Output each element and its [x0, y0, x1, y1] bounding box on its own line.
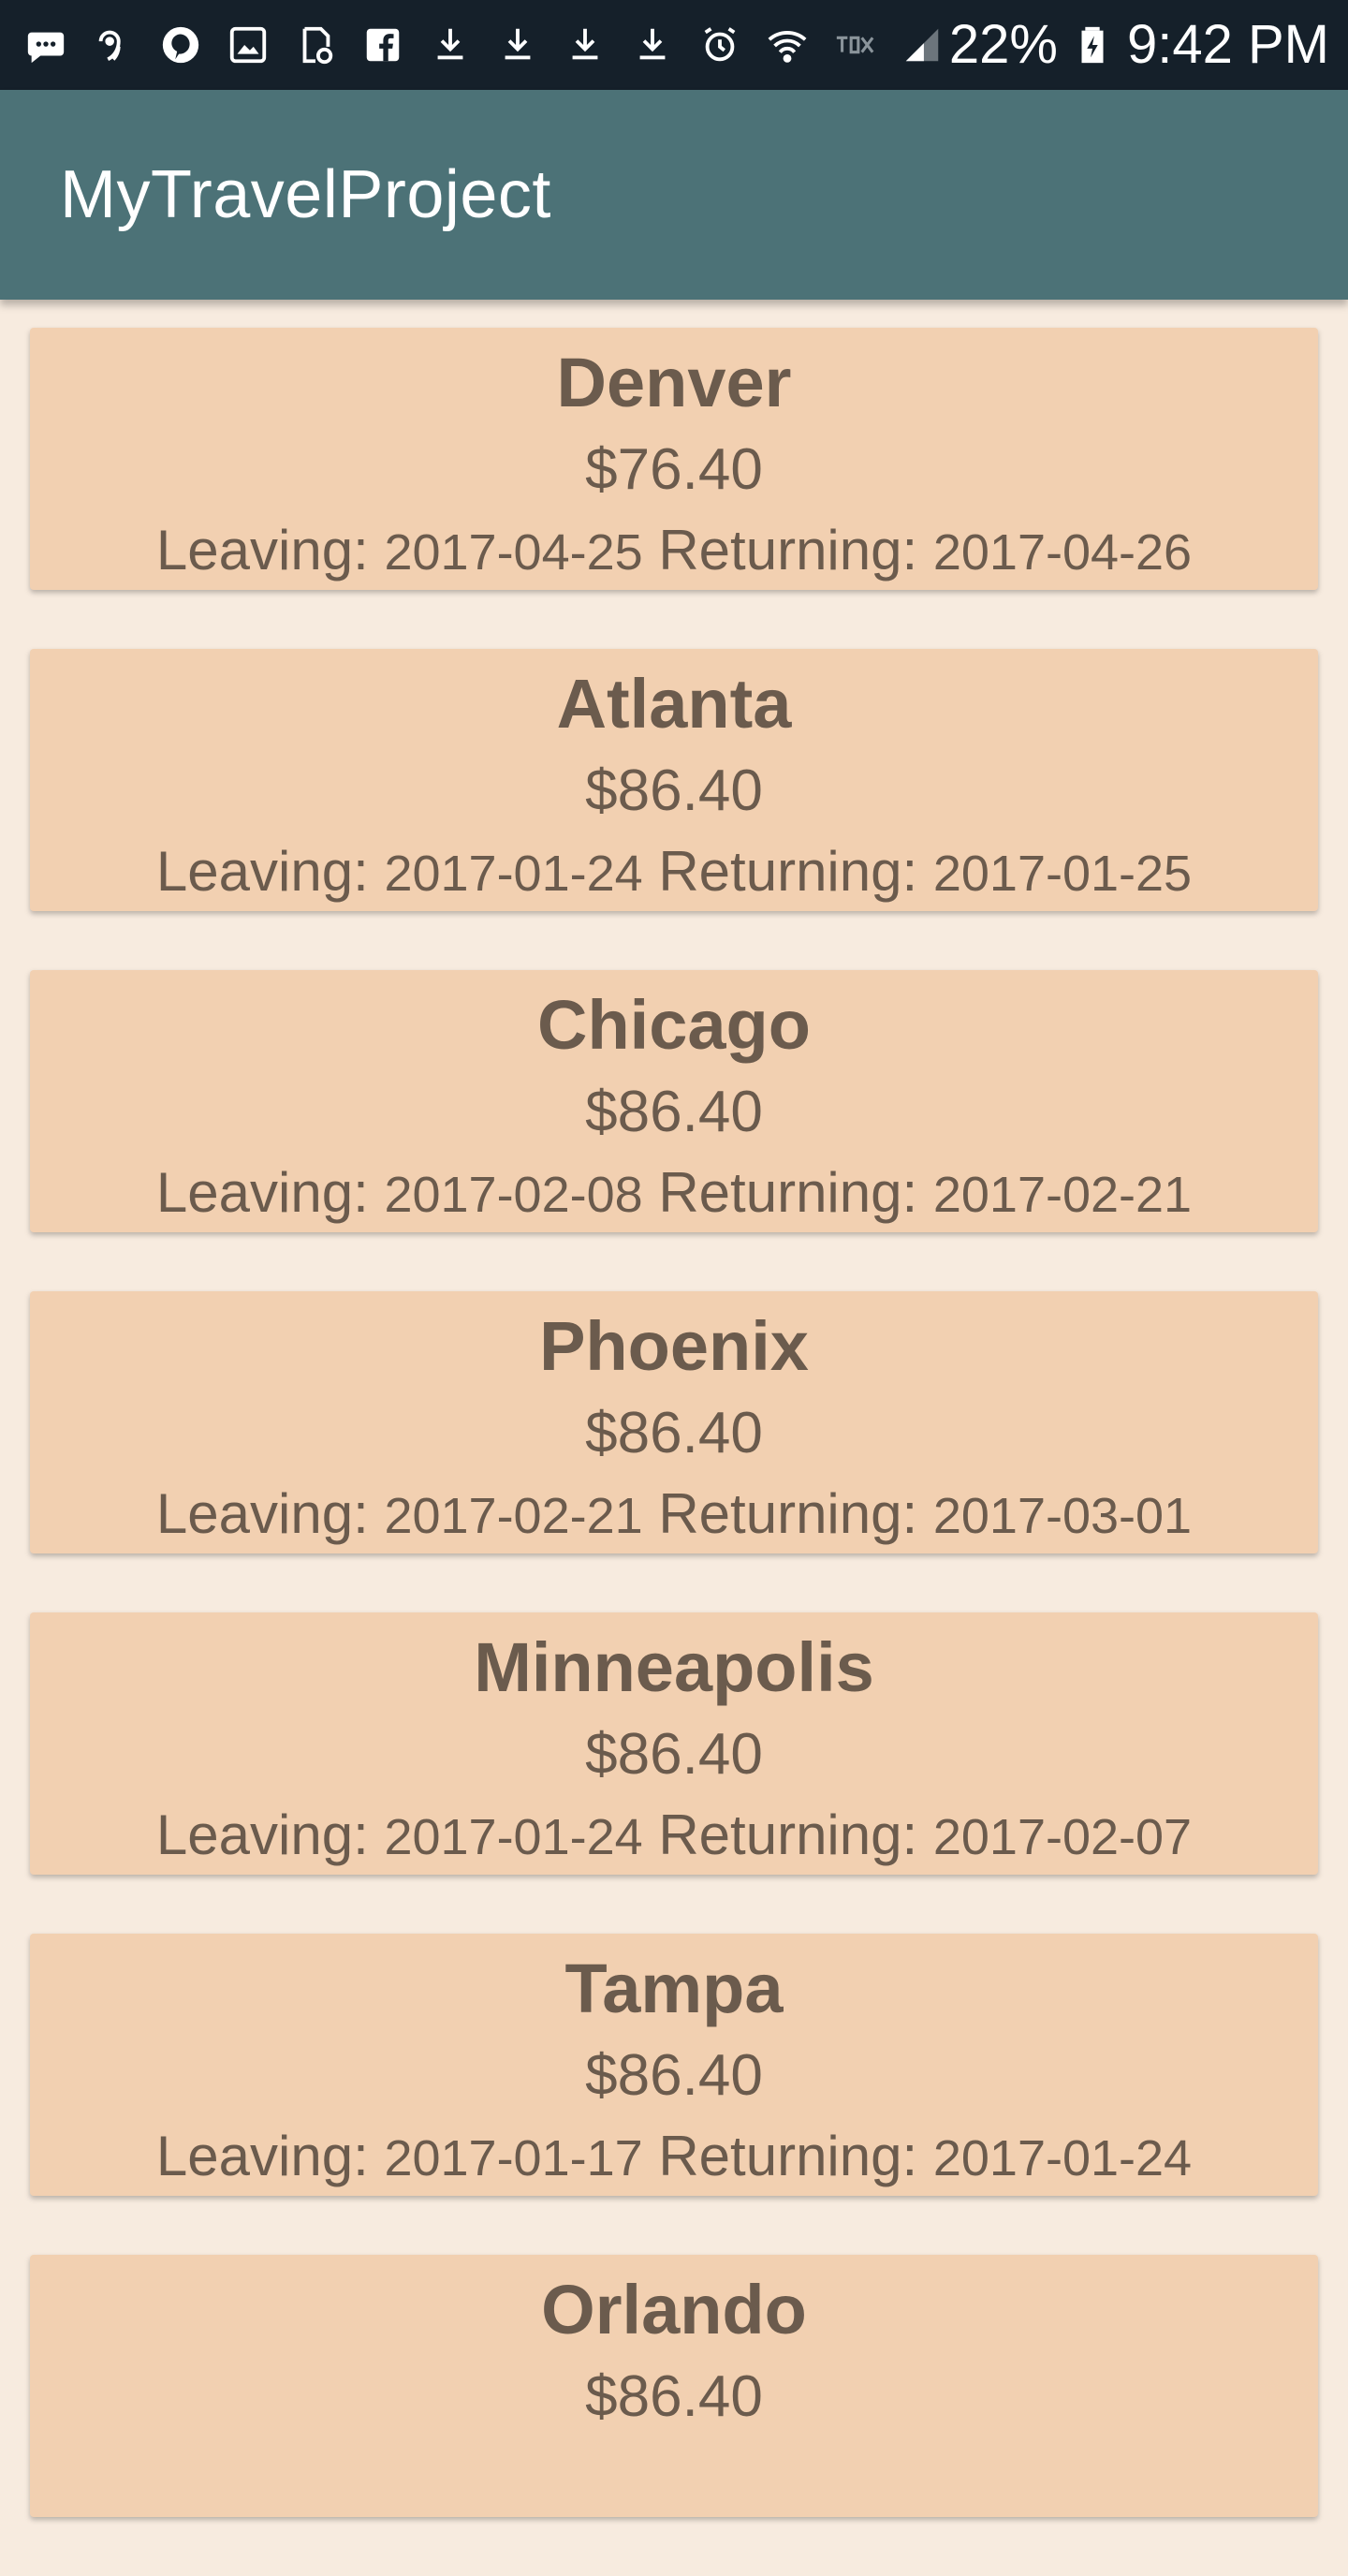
- leaving-label: Leaving:: [155, 1803, 369, 1866]
- trip-dates: Leaving: 2017-02-21 Returning: 2017-03-0…: [30, 1479, 1318, 1552]
- trip-card-minneapolis[interactable]: Minneapolis $86.40 Leaving: 2017-01-24 R…: [30, 1612, 1318, 1875]
- wifi-icon: [764, 22, 811, 68]
- trip-dates: Leaving: 2017-04-25 Returning: 2017-04-2…: [30, 515, 1318, 588]
- returning-label: Returning:: [658, 1482, 918, 1545]
- leaving-label: Leaving:: [155, 2125, 369, 2187]
- download-icon: [562, 22, 608, 68]
- trip-list[interactable]: Denver $76.40 Leaving: 2017-04-25 Return…: [30, 328, 1318, 2576]
- leaving-date: 2017-01-17: [384, 2130, 643, 2186]
- clock: 9:42 PM: [1127, 14, 1329, 75]
- facebook-icon: [359, 22, 406, 68]
- leaving-date: 2017-04-25: [384, 524, 643, 581]
- returning-date: 2017-03-01: [932, 1488, 1193, 1544]
- trip-dates: Leaving: 2017-01-24 Returning: 2017-02-0…: [30, 1800, 1318, 1873]
- sync-icon: [292, 22, 339, 68]
- download-icon: [629, 22, 676, 68]
- trip-price: $86.40: [585, 1401, 763, 1465]
- roaming-icon: [831, 22, 878, 68]
- trip-card-chicago[interactable]: Chicago $86.40 Leaving: 2017-02-08 Retur…: [30, 970, 1318, 1232]
- app-bar: MyTravelProject: [0, 90, 1348, 300]
- leaving-label: Leaving:: [155, 840, 369, 903]
- trip-city: Phoenix: [539, 1307, 809, 1385]
- trip-price: $86.40: [585, 2043, 763, 2108]
- download-icon: [427, 22, 474, 68]
- returning-label: Returning:: [658, 519, 918, 581]
- trip-price: $86.40: [585, 1722, 763, 1787]
- notification-icons: [22, 22, 949, 68]
- returning-date: 2017-04-26: [932, 524, 1193, 581]
- returning-date: 2017-01-24: [932, 2130, 1193, 2186]
- status-bar: 22% 9:42 PM: [0, 0, 1348, 90]
- leaving-label: Leaving:: [155, 1482, 369, 1545]
- trip-city: Atlanta: [556, 665, 792, 743]
- signal-icon: [899, 22, 945, 68]
- leaving-date: 2017-02-08: [384, 1167, 643, 1223]
- returning-date: 2017-02-21: [932, 1167, 1193, 1223]
- trip-price: $86.40: [585, 2364, 763, 2429]
- status-right: 22% 9:42 PM: [949, 18, 1329, 72]
- app-title: MyTravelProject: [60, 157, 551, 232]
- trip-card-phoenix[interactable]: Phoenix $86.40 Leaving: 2017-02-21 Retur…: [30, 1291, 1318, 1553]
- returning-label: Returning:: [658, 1161, 918, 1224]
- trip-dates: Leaving: 2017-02-08 Returning: 2017-02-2…: [30, 1157, 1318, 1230]
- leaving-label: Leaving:: [155, 519, 369, 581]
- battery-charging-icon: [1069, 22, 1116, 68]
- trip-price: $86.40: [585, 1080, 763, 1144]
- trip-price: $76.40: [585, 437, 763, 502]
- trip-card-denver[interactable]: Denver $76.40 Leaving: 2017-04-25 Return…: [30, 328, 1318, 590]
- trip-city: Tampa: [564, 1950, 784, 2027]
- trip-city: Chicago: [537, 986, 811, 1064]
- returning-label: Returning:: [658, 1803, 918, 1866]
- leaving-label: Leaving:: [155, 1161, 369, 1224]
- messages-icon: [22, 22, 69, 68]
- returning-date: 2017-02-07: [932, 1809, 1193, 1865]
- gallery-icon: [225, 22, 271, 68]
- trip-card-orlando[interactable]: Orlando $86.40: [30, 2255, 1318, 2517]
- returning-date: 2017-01-25: [932, 846, 1193, 902]
- trip-dates: Leaving: 2017-01-17 Returning: 2017-01-2…: [30, 2121, 1318, 2194]
- leaving-date: 2017-02-21: [384, 1488, 643, 1544]
- trip-card-atlanta[interactable]: Atlanta $86.40 Leaving: 2017-01-24 Retur…: [30, 649, 1318, 911]
- trip-dates: Leaving: 2017-01-24 Returning: 2017-01-2…: [30, 836, 1318, 909]
- trip-city: Denver: [556, 344, 792, 421]
- download-icon: [494, 22, 541, 68]
- trip-price: $86.40: [585, 758, 763, 823]
- leaving-date: 2017-01-24: [384, 1809, 643, 1865]
- leaving-date: 2017-01-24: [384, 846, 643, 902]
- hotspot-icon: [90, 22, 137, 68]
- alarm-icon: [696, 22, 743, 68]
- returning-label: Returning:: [658, 840, 918, 903]
- trip-card-tampa[interactable]: Tampa $86.40 Leaving: 2017-01-17 Returni…: [30, 1934, 1318, 2196]
- trip-city: Minneapolis: [474, 1628, 874, 1706]
- pinterest-icon: [157, 22, 204, 68]
- returning-label: Returning:: [658, 2125, 918, 2187]
- trip-city: Orlando: [541, 2271, 807, 2348]
- battery-percent: 22%: [948, 14, 1058, 75]
